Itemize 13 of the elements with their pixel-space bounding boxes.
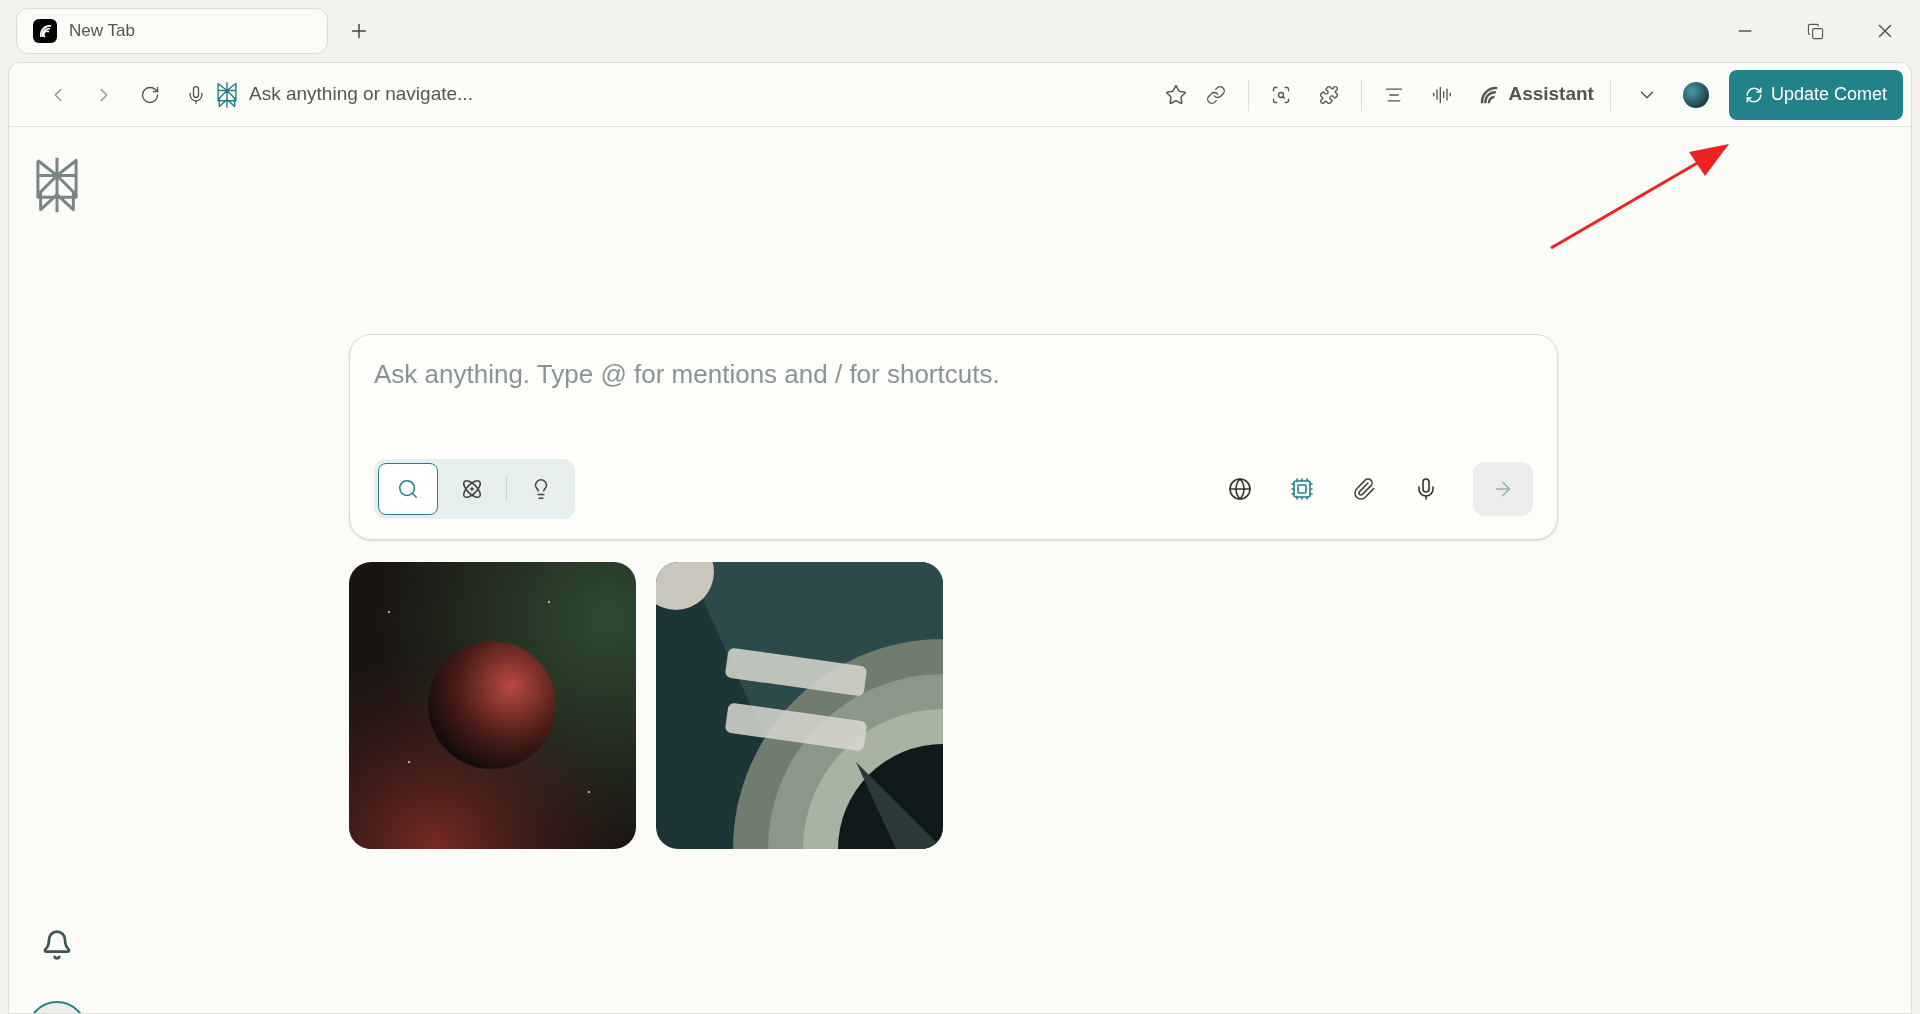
- browser-tab[interactable]: New Tab: [16, 8, 328, 54]
- search-box[interactable]: Ask anything. Type @ for mentions and / for shortcuts.: [349, 334, 1558, 540]
- profile-avatar[interactable]: [1682, 81, 1709, 108]
- search-icon: [397, 478, 419, 500]
- refresh-icon: [1744, 85, 1763, 104]
- address-field[interactable]: Ask anything or navigate...: [249, 80, 1157, 109]
- assistant-button[interactable]: Assistant: [1478, 80, 1594, 109]
- tab-favicon-icon: [33, 19, 57, 43]
- atom-icon: [461, 478, 483, 500]
- notification-icon[interactable]: [41, 929, 73, 961]
- tab-title: New Tab: [69, 20, 135, 43]
- mode-button[interactable]: [378, 463, 438, 515]
- update-button[interactable]: Update Comet: [1728, 69, 1903, 120]
